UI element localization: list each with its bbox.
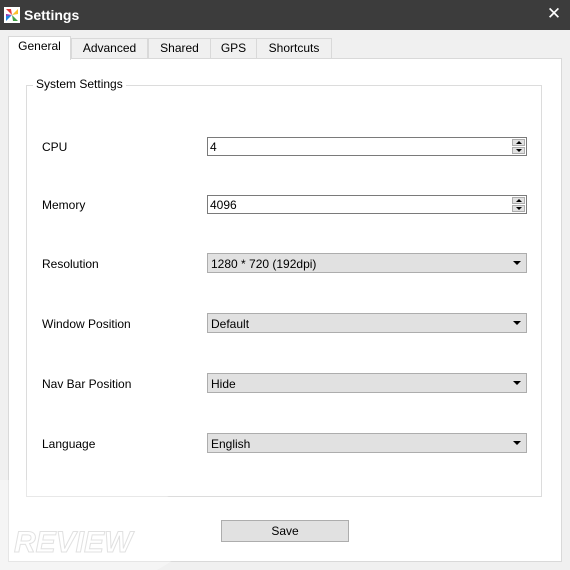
close-icon[interactable]: ✕ (546, 5, 562, 23)
save-button[interactable]: Save (221, 520, 349, 542)
language-value: English (211, 437, 251, 451)
spin-down-arrow-icon[interactable] (512, 147, 525, 154)
chevron-down-icon (512, 378, 522, 388)
memory-spinbox[interactable]: 4096 (207, 195, 527, 214)
cpu-spinbox[interactable]: 4 (207, 137, 527, 156)
cpu-spin-buttons (512, 139, 525, 154)
general-tab-panel: System Settings CPU 4 Memory 4096 Resolu… (8, 58, 562, 562)
chevron-down-icon (512, 318, 522, 328)
title-bar: Settings ✕ (0, 0, 570, 30)
group-title: System Settings (33, 77, 126, 91)
window-position-label: Window Position (42, 317, 131, 331)
resolution-value: 1280 * 720 (192dpi) (211, 257, 317, 271)
window-position-dropdown[interactable]: Default (207, 313, 527, 333)
app-logo-icon (4, 7, 20, 23)
tab-general[interactable]: General (8, 36, 71, 60)
tab-advanced[interactable]: Advanced (71, 38, 148, 59)
window-position-value: Default (211, 317, 250, 331)
cpu-label: CPU (42, 140, 68, 154)
resolution-dropdown[interactable]: 1280 * 720 (192dpi) (207, 253, 527, 273)
chevron-down-icon (512, 438, 522, 448)
memory-label: Memory (42, 198, 86, 212)
spin-up-arrow-icon[interactable] (512, 197, 525, 204)
window-title: Settings (24, 7, 80, 23)
tab-shared[interactable]: Shared (148, 38, 211, 59)
memory-spin-buttons (512, 197, 525, 212)
cpu-value: 4 (210, 140, 217, 154)
nav-bar-position-dropdown[interactable]: Hide (207, 373, 527, 393)
language-label: Language (42, 437, 96, 451)
chevron-down-icon (512, 258, 522, 268)
tab-shortcuts[interactable]: Shortcuts (256, 38, 332, 59)
nav-bar-position-label: Nav Bar Position (42, 377, 132, 391)
spin-down-arrow-icon[interactable] (512, 205, 525, 212)
tab-gps[interactable]: GPS (210, 38, 257, 59)
system-settings-group: System Settings CPU 4 Memory 4096 Resolu… (26, 77, 542, 497)
language-dropdown[interactable]: English (207, 433, 527, 453)
spin-up-arrow-icon[interactable] (512, 139, 525, 146)
memory-value: 4096 (210, 198, 237, 212)
nav-bar-position-value: Hide (211, 377, 236, 391)
resolution-label: Resolution (42, 257, 99, 271)
